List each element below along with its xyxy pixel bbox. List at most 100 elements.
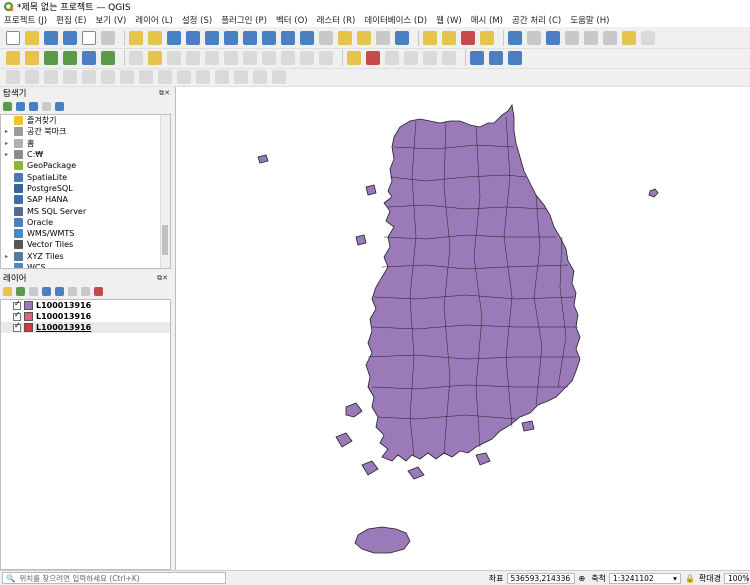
zoom-full-icon[interactable]	[205, 30, 219, 45]
copy-features-icon[interactable]	[262, 50, 276, 65]
toggle-extents-icon[interactable]: ⊕	[579, 574, 586, 583]
delete-selected-icon[interactable]	[224, 50, 238, 65]
zoom-out-icon[interactable]	[186, 30, 200, 45]
label-pin-icon[interactable]	[366, 50, 380, 65]
layer-styling-icon[interactable]	[3, 286, 12, 296]
zoom-layer-icon[interactable]	[243, 30, 257, 45]
menu-edit[interactable]: 편집 (E)	[56, 14, 86, 26]
georeferencer-icon[interactable]	[489, 50, 503, 65]
browser-item[interactable]: GeoPackage	[1, 160, 170, 171]
refresh-icon[interactable]	[395, 30, 409, 45]
split-features-icon[interactable]	[158, 69, 172, 84]
zoom-in-icon[interactable]	[167, 30, 181, 45]
browser-item[interactable]: PostgreSQL	[1, 183, 170, 194]
browser-item[interactable]: ▸ 홈	[1, 138, 170, 149]
expand-arrow-icon[interactable]: ▸	[5, 140, 11, 147]
browser-item[interactable]: SpatiaLite	[1, 171, 170, 182]
label-rotate-icon[interactable]	[423, 50, 437, 65]
layer-symbol-swatch[interactable]	[24, 323, 33, 332]
expand-arrow-icon[interactable]: ▸	[5, 128, 11, 135]
lock-scale-icon[interactable]: 🔒	[685, 574, 695, 583]
menu-settings[interactable]: 설정 (S)	[182, 14, 212, 26]
manage-map-themes-icon[interactable]	[29, 286, 38, 296]
menu-web[interactable]: 웹 (W)	[436, 14, 462, 26]
expand-arrow-icon[interactable]: ▸	[5, 151, 11, 158]
menu-project[interactable]: 프로젝트 (J)	[4, 14, 47, 26]
remove-layer-icon[interactable]	[94, 286, 103, 296]
collapse-all-layers-icon[interactable]	[81, 286, 90, 296]
new-geopackage-icon[interactable]	[25, 50, 39, 65]
zoom-selection-icon[interactable]	[224, 30, 238, 45]
processing-toolbox-icon[interactable]	[546, 30, 560, 45]
label-move-icon[interactable]	[404, 50, 418, 65]
measure-icon[interactable]	[584, 30, 598, 45]
split-parts-icon[interactable]	[177, 69, 191, 84]
coordinate-field[interactable]: 536593,214336	[506, 572, 575, 584]
statistics-icon[interactable]	[565, 30, 579, 45]
layer-item[interactable]: L100013916	[1, 299, 170, 311]
bookmark-icon[interactable]	[338, 30, 352, 45]
properties-icon[interactable]	[55, 101, 64, 111]
rotate-point-icon[interactable]	[234, 69, 248, 84]
show-bookmarks-icon[interactable]	[357, 30, 371, 45]
layer-visibility-checkbox[interactable]	[13, 299, 21, 310]
merge-attributes-icon[interactable]	[215, 69, 229, 84]
browser-item[interactable]: ▸ C:₩	[1, 149, 170, 160]
map-tips-icon[interactable]	[622, 30, 636, 45]
add-delimited-text-icon[interactable]	[82, 50, 96, 65]
browser-item[interactable]: ▸ XYZ Tiles	[1, 251, 170, 262]
new-print-layout-icon[interactable]	[82, 30, 96, 45]
label-icon[interactable]	[347, 50, 361, 65]
save-as-icon[interactable]	[63, 30, 77, 45]
browser-item[interactable]: WCS	[1, 262, 170, 268]
pan-to-selection-icon[interactable]	[148, 30, 162, 45]
layer-symbol-swatch[interactable]	[24, 312, 33, 321]
panel-float-close-icon[interactable]: ⧉✕	[159, 89, 170, 98]
merge-features-icon[interactable]	[196, 69, 210, 84]
add-spatialite-icon[interactable]	[101, 50, 115, 65]
save-edits-icon[interactable]	[167, 50, 181, 65]
simplify-icon[interactable]	[253, 69, 267, 84]
annotation-icon[interactable]	[603, 30, 617, 45]
browser-item[interactable]: MS SQL Server	[1, 205, 170, 216]
add-group-icon[interactable]	[16, 286, 25, 296]
browser-tree[interactable]: 즐겨찾기 ▸ 공간 북마크 ▸ 홈 ▸ C:₩ GeoPackage SpatiaLite Pos…	[0, 114, 171, 269]
reshape-icon[interactable]	[120, 69, 134, 84]
expand-all-icon[interactable]	[68, 286, 77, 296]
map-canvas[interactable]	[175, 87, 750, 570]
browser-item[interactable]: WMS/WMTS	[1, 228, 170, 239]
menu-raster[interactable]: 래스터 (R)	[317, 14, 356, 26]
layer-symbol-swatch[interactable]	[24, 301, 33, 310]
browser-item[interactable]: Oracle	[1, 217, 170, 228]
add-selected-layers-icon[interactable]	[3, 101, 12, 111]
paste-features-icon[interactable]	[281, 50, 295, 65]
magnifier-field[interactable]: 100%	[724, 572, 749, 584]
zoom-native-icon[interactable]	[262, 30, 276, 45]
layer-item[interactable]: L100013916	[1, 321, 170, 333]
delete-part-icon[interactable]	[101, 69, 115, 84]
zoom-next-icon[interactable]	[300, 30, 314, 45]
layers-tree[interactable]: L100013916 L100013916 L100013916	[0, 299, 171, 570]
redo-icon[interactable]	[319, 50, 333, 65]
collapse-all-icon[interactable]	[42, 101, 51, 111]
data-source-manager-icon[interactable]	[6, 50, 20, 65]
new-project-icon[interactable]	[6, 30, 20, 45]
browser-item[interactable]: 즐겨찾기	[1, 115, 170, 126]
open-project-icon[interactable]	[25, 30, 39, 45]
menu-plugins[interactable]: 플러그인 (P)	[221, 14, 267, 26]
layer-visibility-checkbox[interactable]	[13, 321, 21, 332]
label-show-icon[interactable]	[385, 50, 399, 65]
deselect-icon[interactable]	[461, 30, 475, 45]
browser-item[interactable]: ▸ 공간 북마크	[1, 126, 170, 137]
vertex-tool-icon[interactable]	[205, 50, 219, 65]
zoom-last-icon[interactable]	[281, 30, 295, 45]
refresh-browser-icon[interactable]	[16, 101, 25, 111]
add-vector-layer-icon[interactable]	[44, 50, 58, 65]
expand-arrow-icon[interactable]: ▸	[5, 253, 11, 260]
menu-layer[interactable]: 레이어 (L)	[135, 14, 173, 26]
menu-help[interactable]: 도움말 (H)	[570, 14, 609, 26]
filter-by-expression-icon[interactable]	[55, 286, 64, 296]
attribute-table-icon[interactable]	[527, 30, 541, 45]
browser-item[interactable]: Vector Tiles	[1, 239, 170, 250]
save-project-icon[interactable]	[44, 30, 58, 45]
